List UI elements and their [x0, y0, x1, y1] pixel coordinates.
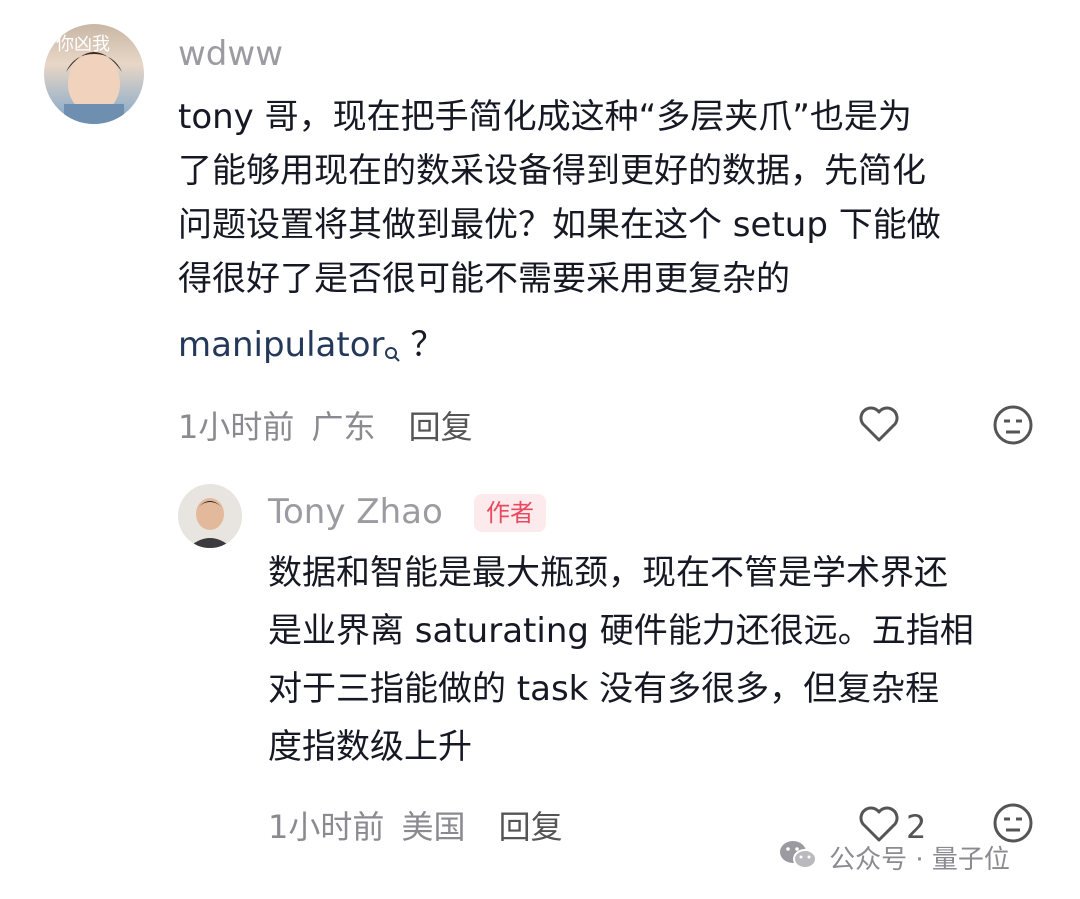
search-link[interactable]: manipulator — [178, 325, 384, 365]
location: 美国 — [401, 808, 466, 846]
timestamp: 1小时前 — [178, 408, 295, 446]
reply-body: 数据和智能是最大瓶颈，现在不管是学术界还 是业界离 saturating 硬件能… — [268, 546, 974, 774]
avatar[interactable]: 你凶我 — [44, 24, 144, 124]
wechat-icon — [778, 838, 818, 876]
comment-username[interactable]: wdww — [178, 34, 283, 74]
comment-line: 得很好了是否很可能不需要采用更复杂的 — [178, 259, 790, 299]
comment-line: tony 哥，现在把手简化成这种“多层夹爪”也是为 — [178, 97, 912, 137]
watermark-text: 公众号 · 量子位 — [829, 844, 1010, 875]
reply-line: 数据和智能是最大瓶颈，现在不管是学术界还 — [268, 553, 948, 593]
watermark: 公众号 · 量子位 — [778, 838, 1010, 876]
avatar-caption: 你凶我 — [56, 34, 110, 55]
search-icon[interactable] — [384, 324, 401, 378]
dislike-face-icon[interactable] — [992, 404, 1034, 450]
reply-meta: 1小时前 美国 回复 — [268, 802, 563, 848]
comment-line: 了能够用现在的数采设备得到更好的数据，先简化 — [178, 151, 926, 191]
comment-line: 问题设置将其做到最优？如果在这个 setup 下能做 — [178, 205, 941, 245]
reply-button[interactable]: 回复 — [409, 408, 473, 446]
comment-line-last: manipulator ？ — [178, 318, 941, 378]
avatar[interactable] — [178, 484, 242, 548]
comment-tail: ？ — [410, 325, 445, 365]
reply-line: 度指数级上升 — [268, 727, 472, 767]
heart-icon[interactable] — [858, 404, 900, 448]
reply-button[interactable]: 回复 — [499, 808, 563, 846]
comment-body: tony 哥，现在把手简化成这种“多层夹爪”也是为 了能够用现在的数采设备得到更… — [178, 90, 941, 378]
author-badge: 作者 — [474, 494, 546, 532]
timestamp: 1小时前 — [268, 808, 385, 846]
comment-meta: 1小时前 广东 回复 — [178, 402, 473, 448]
reply-line: 对于三指能做的 task 没有多很多，但复杂程 — [268, 669, 940, 709]
reply-line: 是业界离 saturating 硬件能力还很远。五指相 — [268, 611, 974, 651]
location: 广东 — [311, 408, 376, 446]
reply-username[interactable]: Tony Zhao — [268, 492, 443, 532]
